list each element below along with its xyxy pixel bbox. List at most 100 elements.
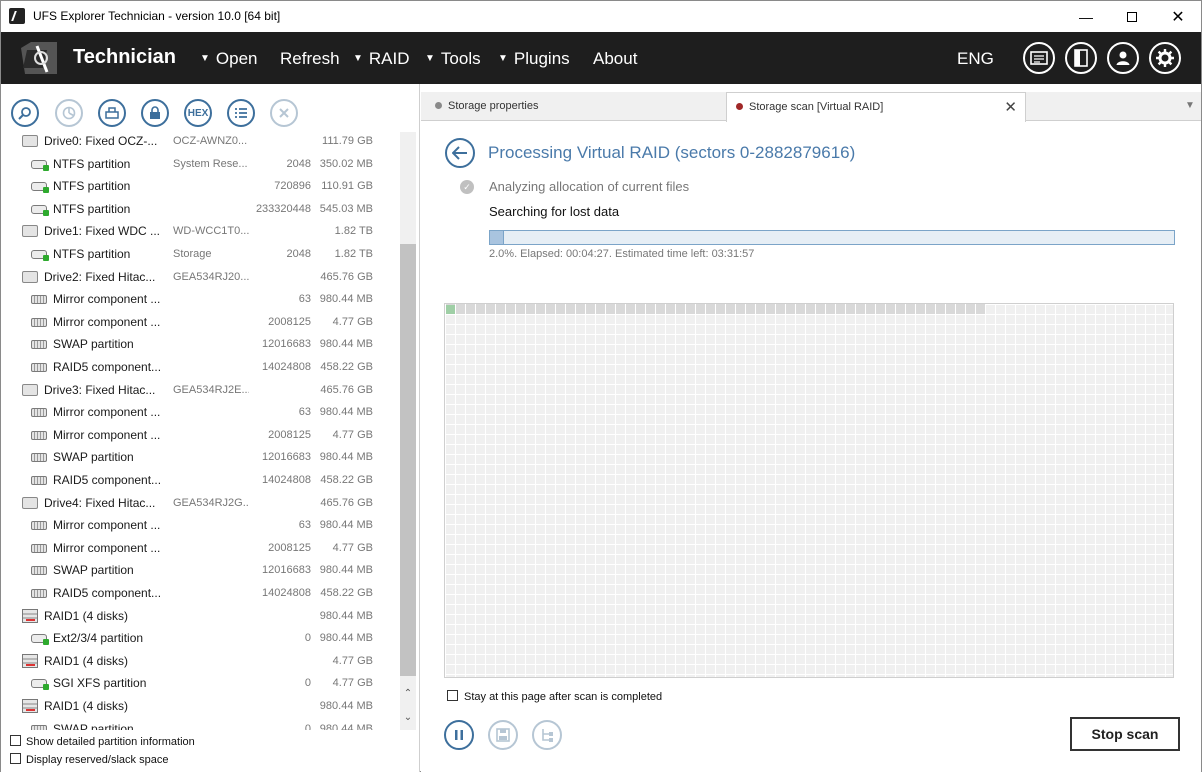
- scan-step-done: Analyzing allocation of current files: [489, 179, 690, 194]
- progress-fill: [490, 231, 504, 244]
- menu-plugins[interactable]: ▼ Plugins: [498, 49, 570, 69]
- panel-icon: [1074, 49, 1088, 67]
- item-size: 458.22 GB: [320, 361, 373, 373]
- pause-icon: [455, 730, 463, 740]
- scroll-up-icon[interactable]: ⌃: [400, 688, 416, 704]
- raid-row[interactable]: RAID1 (4 disks) 4.77 GB: [9, 652, 399, 670]
- hex-icon: HEX: [187, 107, 209, 119]
- raid-row[interactable]: RAID1 (4 disks) 980.44 MB: [9, 697, 399, 715]
- partition-icon: [31, 159, 49, 171]
- language-selector[interactable]: ENG: [957, 49, 994, 69]
- drive-row[interactable]: Drive1: Fixed WDC ... WD-WCC1T0... 1.82 TB: [9, 222, 399, 240]
- checkbox-box[interactable]: [10, 735, 21, 746]
- brand-name: Technician: [73, 46, 176, 68]
- tab-storage-properties[interactable]: Storage properties: [421, 92, 726, 121]
- close-storage-button[interactable]: [270, 99, 298, 127]
- partition-row[interactable]: SWAP partition 12016683 980.44 MB: [9, 561, 399, 579]
- partition-row[interactable]: SWAP partition 12016683 980.44 MB: [9, 448, 399, 466]
- item-size: 1.82 TB: [334, 225, 373, 238]
- partition-row[interactable]: NTFS partition System Rese... 2048 350.02 M…: [9, 155, 399, 173]
- show-detailed-checkbox[interactable]: Show detailed partition information: [10, 735, 195, 748]
- partition-row[interactable]: SWAP partition 0 980.44 MB: [9, 720, 399, 730]
- scroll-down-icon[interactable]: ⌄: [400, 712, 416, 728]
- raid-component-icon: [31, 430, 47, 440]
- drive-row[interactable]: Drive0: Fixed OCZ-... OCZ-AWNZ0... 111.79 …: [9, 132, 399, 150]
- stay-on-page-checkbox[interactable]: Stay at this page after scan is complete…: [447, 690, 662, 703]
- tab-storage-scan[interactable]: Storage scan [Virtual RAID] ✕: [726, 92, 1026, 122]
- disk-chart-button[interactable]: [55, 99, 83, 127]
- checkbox-box[interactable]: [447, 690, 458, 701]
- menu-open[interactable]: ▼ Open: [200, 49, 258, 69]
- item-size: 458.22 GB: [320, 587, 373, 599]
- partition-row[interactable]: SGI XFS partition 0 4.77 GB: [9, 674, 399, 692]
- partition-row[interactable]: Mirror component ... 63 980.44 MB: [9, 290, 399, 308]
- partition-icon: [31, 182, 49, 194]
- partition-row[interactable]: NTFS partition 720896 110.91 GB: [9, 177, 399, 195]
- item-offset: 0: [304, 677, 311, 690]
- user-button[interactable]: [1107, 42, 1139, 74]
- item-offset: 0: [304, 722, 311, 730]
- save-button[interactable]: [488, 720, 518, 750]
- item-name: Mirror component ...: [53, 314, 161, 329]
- display-reserved-checkbox[interactable]: Display reserved/slack space: [10, 753, 168, 766]
- item-offset: 2008125: [268, 428, 311, 441]
- scrollbar-thumb[interactable]: [400, 244, 416, 676]
- item-name: RAID5 component...: [53, 473, 162, 487]
- raid-row[interactable]: RAID1 (4 disks) 980.44 MB: [9, 607, 399, 625]
- partition-row[interactable]: NTFS partition Storage 2048 1.82 TB: [9, 245, 399, 263]
- file-tree-button[interactable]: [532, 720, 562, 750]
- panel-button[interactable]: [1065, 42, 1097, 74]
- tree-scrollbar[interactable]: ⌃ ⌄: [400, 132, 416, 730]
- item-offset: 2008125: [268, 541, 311, 554]
- maximize-button[interactable]: [1109, 1, 1155, 32]
- back-button[interactable]: [445, 138, 475, 168]
- item-size: 350.02 MB: [319, 157, 373, 170]
- log-button[interactable]: [1023, 42, 1055, 74]
- partition-icon: [31, 679, 49, 691]
- menu-tools[interactable]: ▼ Tools: [425, 49, 481, 69]
- maximize-icon: [1127, 11, 1137, 22]
- minimize-button[interactable]: —: [1063, 1, 1109, 32]
- partition-row[interactable]: Mirror component ... 2008125 4.77 GB: [9, 539, 399, 557]
- raid-component-icon: [31, 408, 47, 418]
- menu-refresh[interactable]: Refresh: [280, 49, 340, 69]
- item-size: 465.76 GB: [320, 496, 373, 509]
- lock-button[interactable]: [141, 99, 169, 127]
- partition-row[interactable]: Mirror component ... 2008125 4.77 GB: [9, 313, 399, 331]
- image-button[interactable]: [98, 99, 126, 127]
- item-size: 980.44 MB: [319, 519, 373, 532]
- menu-about[interactable]: About: [593, 49, 637, 69]
- partition-row[interactable]: RAID5 component... 14024808 458.22 GB: [9, 584, 399, 602]
- item-name: NTFS partition: [53, 179, 131, 194]
- drive-row[interactable]: Drive3: Fixed Hitac... GEA534RJ2E... 465.7…: [9, 381, 399, 399]
- partition-row[interactable]: Mirror component ... 2008125 4.77 GB: [9, 426, 399, 444]
- drive-row[interactable]: Drive4: Fixed Hitac... GEA534RJ2G... 465.7…: [9, 494, 399, 512]
- partition-row[interactable]: Mirror component ... 63 980.44 MB: [9, 403, 399, 421]
- partition-row[interactable]: Mirror component ... 63 980.44 MB: [9, 516, 399, 534]
- checkbox-box[interactable]: [10, 753, 21, 764]
- app-window: UFS Explorer Technician - version 10.0 […: [0, 0, 1202, 772]
- partition-row[interactable]: RAID5 component... 14024808 458.22 GB: [9, 358, 399, 376]
- item-size: 4.77 GB: [332, 428, 373, 441]
- list-button[interactable]: [227, 99, 255, 127]
- item-name: Mirror component ...: [53, 405, 161, 420]
- item-name: Mirror component ...: [53, 518, 161, 533]
- settings-button[interactable]: [1149, 42, 1181, 74]
- stop-scan-button[interactable]: Stop scan: [1070, 717, 1180, 751]
- hex-button[interactable]: HEX: [184, 99, 212, 127]
- pause-button[interactable]: [444, 720, 474, 750]
- item-name: Drive2: Fixed Hitac...: [44, 269, 156, 284]
- menu-raid[interactable]: ▼ RAID: [353, 49, 410, 69]
- item-name: Drive0: Fixed OCZ-...: [44, 134, 158, 148]
- partition-row[interactable]: Ext2/3/4 partition 0 980.44 MB: [9, 629, 399, 647]
- drive-row[interactable]: Drive2: Fixed Hitac... GEA534RJ20... 465.7…: [9, 268, 399, 286]
- raid-array-icon: [22, 653, 38, 668]
- item-offset: 2048: [286, 157, 311, 170]
- close-window-button[interactable]: ✕: [1155, 1, 1201, 32]
- tabs-menu-icon[interactable]: ▼: [1185, 100, 1195, 111]
- tab-close-icon[interactable]: ✕: [1004, 98, 1017, 116]
- partition-row[interactable]: RAID5 component... 14024808 458.22 GB: [9, 471, 399, 489]
- search-button[interactable]: [11, 99, 39, 127]
- partition-row[interactable]: SWAP partition 12016683 980.44 MB: [9, 335, 399, 353]
- partition-row[interactable]: NTFS partition 233320448 545.03 MB: [9, 200, 399, 218]
